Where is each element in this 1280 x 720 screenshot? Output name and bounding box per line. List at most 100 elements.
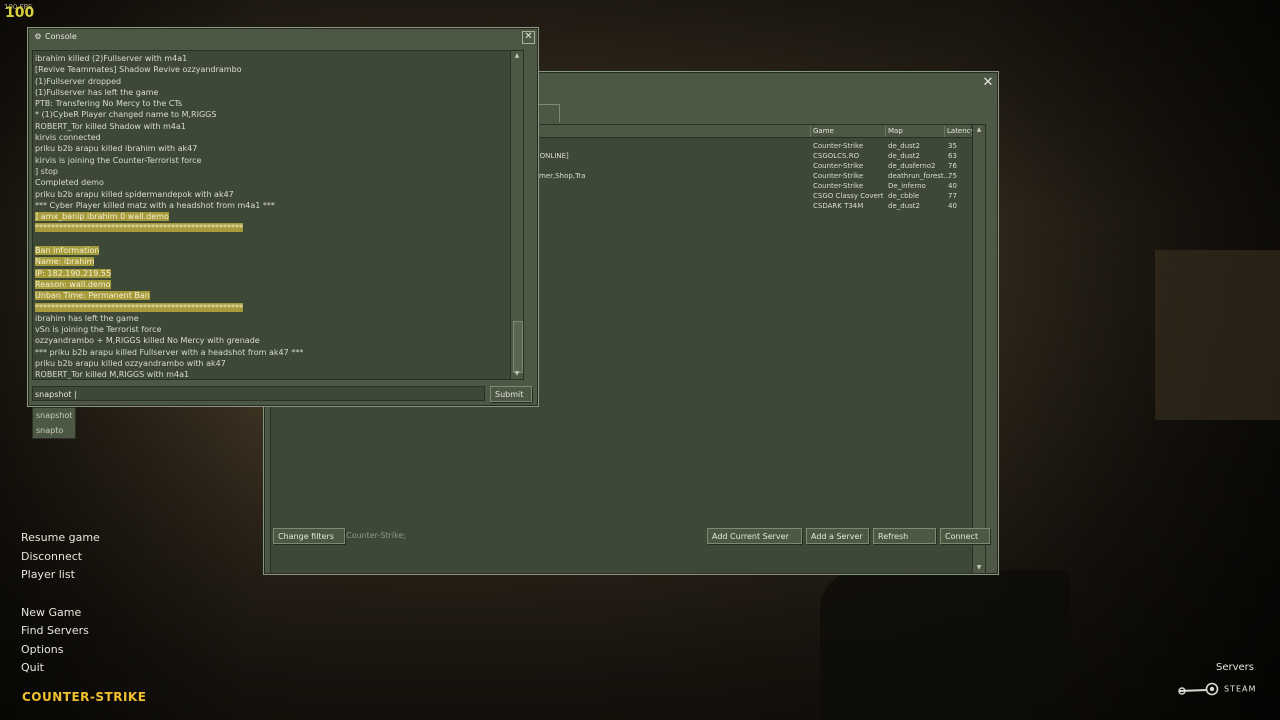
server-row-map[interactable]: de_dusferno2 — [888, 161, 935, 171]
server-row-map[interactable]: de_cbble — [888, 191, 919, 201]
console-line: IP: 182.190.219.55 — [35, 268, 509, 279]
console-autocomplete: snapshot snapto — [32, 407, 76, 439]
console-line-text: ozzyandrambo + M,RIGGS killed No Mercy w… — [35, 336, 260, 346]
server-row-map[interactable]: De_inferno — [888, 181, 926, 191]
menu-find-servers[interactable]: Find Servers — [21, 624, 89, 637]
console-line-text: Unban Time: Permanent Ban — [35, 291, 150, 301]
console-line: vSn is joining the Terrorist force — [35, 324, 509, 335]
menu-disconnect[interactable]: Disconnect — [21, 550, 82, 563]
server-row-game[interactable]: CSGO Classy Covert — [813, 191, 884, 201]
console-title: Console — [45, 32, 77, 41]
console-line: Reason: wall.demo — [35, 279, 509, 290]
console-line: *** priku b2b arapu killed Fullserver wi… — [35, 347, 509, 358]
console-line-text: ibrahim killed (2)Fullserver with m4a1 — [35, 54, 188, 63]
console-line-text: kirvis connected — [35, 133, 101, 143]
console-line-text: priku b2b arapu killed ibrahim with ak47 — [35, 144, 198, 154]
server-row-latency[interactable]: 35 — [948, 141, 957, 151]
server-row-latency[interactable]: 40 — [948, 181, 957, 191]
server-list-scrollbar[interactable]: ▲ ▼ — [972, 125, 985, 573]
console-line: kirvis is joining the Counter-Terrorist … — [35, 155, 509, 166]
menu-resume-game[interactable]: Resume game — [21, 531, 100, 544]
console-line-text: vSn is joining the Terrorist force — [35, 325, 162, 335]
console-line-text: Ban Information — [35, 246, 100, 256]
console-line: [Revive Teammates] Shadow Revive ozzyand… — [35, 64, 509, 75]
refresh-button[interactable]: Refresh — [873, 528, 936, 544]
console-scrollbar[interactable]: ▲ ▼ — [510, 51, 523, 379]
console-line: Completed demo — [35, 177, 509, 188]
console-line-text: ibrahim has left the game — [35, 313, 139, 323]
server-row-map[interactable]: de_dust2 — [888, 201, 920, 211]
scroll-down-icon[interactable]: ▼ — [973, 563, 985, 573]
autocomplete-item[interactable]: snapto — [33, 423, 75, 438]
console-line: ibrahim has left the game — [35, 313, 509, 324]
server-row-game[interactable]: Counter-Strike — [813, 181, 863, 191]
menu-quit[interactable]: Quit — [21, 661, 44, 674]
console-line-text: IP: 182.190.219.55 — [35, 268, 112, 278]
console-log[interactable]: ibrahim killed (2)Fullserver with m4a1 [R… — [32, 50, 524, 380]
server-row-game[interactable]: CSGOLCS.RO — [813, 151, 859, 161]
menu-options[interactable]: Options — [21, 643, 63, 656]
server-row-map[interactable]: de_dust2 — [888, 151, 920, 161]
console-line-text: kirvis is joining the Counter-Terrorist … — [35, 155, 202, 165]
counter-strike-logo: COUNTER-STRIKE — [22, 690, 147, 704]
console-line-text: ****************************************… — [35, 302, 243, 312]
resize-grip-icon[interactable]: ⋰ — [531, 398, 537, 405]
console-line: (1)Fullserver dropped — [35, 76, 509, 87]
add-current-server-button[interactable]: Add Current Server — [707, 528, 802, 544]
console-line: ****************************************… — [35, 222, 509, 233]
server-row-latency[interactable]: 77 — [948, 191, 957, 201]
console-line: ] stop — [35, 166, 509, 177]
console-title-bar[interactable]: ⚙ Console — [33, 32, 77, 41]
connect-button[interactable]: Connect — [940, 528, 990, 544]
console-line: Unban Time: Permanent Ban — [35, 290, 509, 301]
server-row-name[interactable]: Timer,Shop,Tra — [533, 171, 585, 181]
scroll-up-icon[interactable]: ▲ — [973, 125, 985, 135]
console-line: ROBERT_Tor killed Shadow with m4a1 — [35, 121, 509, 132]
server-row-game[interactable]: Counter-Strike — [813, 161, 863, 171]
server-row-latency[interactable]: 63 — [948, 151, 957, 161]
server-row-latency[interactable]: 76 — [948, 161, 957, 171]
console-line-text: Name: ibrahim — [35, 257, 95, 267]
console-line-text: ****************************************… — [35, 223, 243, 233]
console-line: ] amx_banip ibrahim 0 wall.demo — [35, 211, 509, 222]
console-line: ibrahim killed (2)Fullserver with m4a1 — [35, 53, 509, 64]
steam-text: STEAM — [1224, 684, 1257, 694]
console-line-text: (1)Fullserver has left the game — [35, 87, 159, 97]
console-line: *** Cyber Player killed matz with a head… — [35, 200, 509, 211]
column-map[interactable]: Map — [885, 126, 943, 137]
console-line-text: * (1)CybeR Player changed name to M,RIGG… — [35, 110, 217, 120]
console-line-text: [Revive Teammates] Shadow Revive ozzyand… — [35, 65, 242, 75]
console-line-text: priku b2b arapu killed ozzyandrambo with… — [35, 359, 226, 369]
server-row-game[interactable]: CSDARK T34M — [813, 201, 863, 211]
servers-label[interactable]: Servers — [1216, 662, 1254, 673]
add-server-button[interactable]: Add a Server — [806, 528, 869, 544]
column-game[interactable]: Game — [810, 126, 883, 137]
steam-logo: STEAM — [1177, 682, 1256, 700]
server-row-map[interactable]: de_dust2 — [888, 141, 920, 151]
server-row-game[interactable]: Counter-Strike — [813, 171, 863, 181]
console-window: ⚙ Console ✕ ibrahim killed (2)Fullserver … — [27, 27, 539, 407]
console-line: ****************************************… — [35, 302, 509, 313]
menu-player-list[interactable]: Player list — [21, 568, 75, 581]
server-browser-close-button[interactable]: ✕ — [982, 76, 994, 89]
console-line-text: PTB: Transfering No Mercy to the CTs — [35, 99, 183, 109]
server-row-latency[interactable]: 40 — [948, 201, 957, 211]
console-line-text: priku b2b arapu killed spidermandepok wi… — [35, 189, 234, 199]
console-line: * (1)CybeR Player changed name to M,RIGG… — [35, 109, 509, 120]
scroll-up-icon[interactable]: ▲ — [511, 51, 523, 61]
resize-grip-icon[interactable]: ⋰ — [990, 566, 996, 573]
console-close-button[interactable]: ✕ — [522, 31, 535, 44]
change-filters-button[interactable]: Change filters — [273, 528, 345, 544]
server-row-map[interactable]: deathrun_forest... — [888, 171, 950, 181]
console-submit-button[interactable]: Submit — [490, 386, 532, 402]
console-command-input[interactable]: snapshot | — [32, 386, 485, 401]
console-line: priku b2b arapu killed ibrahim with ak47 — [35, 143, 509, 154]
console-line-text: ] amx_banip ibrahim 0 wall.demo — [35, 212, 169, 222]
menu-new-game[interactable]: New Game — [21, 606, 81, 619]
autocomplete-item[interactable]: snapshot — [33, 408, 75, 423]
console-line-text: Completed demo — [35, 178, 104, 188]
scroll-down-icon[interactable]: ▼ — [511, 369, 523, 379]
console-scroll-thumb[interactable] — [513, 321, 523, 373]
server-row-game[interactable]: Counter-Strike — [813, 141, 863, 151]
server-row-latency[interactable]: 75 — [948, 171, 957, 181]
